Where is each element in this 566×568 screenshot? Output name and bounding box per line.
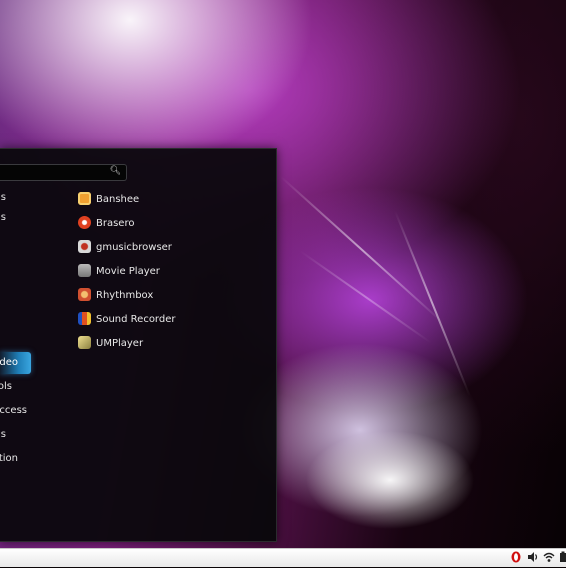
application-menu: 🔍︎ s s ideo ols Access s tion Banshee Br… [0, 148, 277, 542]
app-item-brasero[interactable]: Brasero [78, 213, 134, 235]
category-item[interactable]: tion [0, 448, 18, 470]
taskbar [0, 548, 566, 567]
category-label: ideo [0, 357, 18, 368]
battery-icon[interactable] [559, 551, 566, 565]
category-label: tion [0, 453, 18, 464]
search-input[interactable]: 🔍︎ [0, 164, 127, 181]
opera-icon[interactable] [511, 551, 521, 565]
app-item-rhythmbox[interactable]: Rhythmbox [78, 285, 153, 307]
app-label: Banshee [96, 194, 140, 205]
app-label: Sound Recorder [96, 314, 176, 325]
app-label: Rhythmbox [96, 290, 154, 301]
banshee-icon [78, 191, 91, 205]
app-label: Movie Player [96, 266, 160, 277]
category-label: ols [0, 381, 12, 392]
brasero-icon [78, 215, 91, 229]
sound-recorder-icon [78, 311, 91, 325]
category-item[interactable]: s [0, 207, 6, 229]
umplayer-icon [78, 335, 91, 349]
movie-player-icon [78, 263, 91, 277]
app-item-sound-recorder[interactable]: Sound Recorder [78, 309, 175, 331]
category-item[interactable]: s [0, 424, 6, 446]
app-label: UMPlayer [96, 338, 144, 349]
category-item[interactable]: s [0, 187, 6, 209]
app-item-umplayer[interactable]: UMPlayer [78, 333, 143, 355]
category-item[interactable]: Access [0, 400, 27, 422]
volume-icon[interactable] [527, 551, 539, 565]
category-label: s [0, 429, 6, 440]
category-item-sound-video[interactable]: ideo [0, 352, 31, 374]
rhythmbox-icon [78, 287, 91, 301]
category-label: Access [0, 405, 27, 416]
category-label: s [0, 192, 6, 203]
category-label: s [0, 212, 6, 223]
wifi-icon[interactable] [543, 551, 555, 565]
app-item-gmusicbrowser[interactable]: gmusicbrowser [78, 237, 172, 259]
app-item-banshee[interactable]: Banshee [78, 189, 139, 211]
category-item[interactable]: ols [0, 376, 12, 398]
app-label: gmusicbrowser [96, 242, 172, 253]
app-item-movie-player[interactable]: Movie Player [78, 261, 160, 283]
search-icon[interactable]: 🔍︎ [110, 166, 121, 176]
gmusicbrowser-icon [78, 239, 91, 253]
app-label: Brasero [96, 218, 135, 229]
